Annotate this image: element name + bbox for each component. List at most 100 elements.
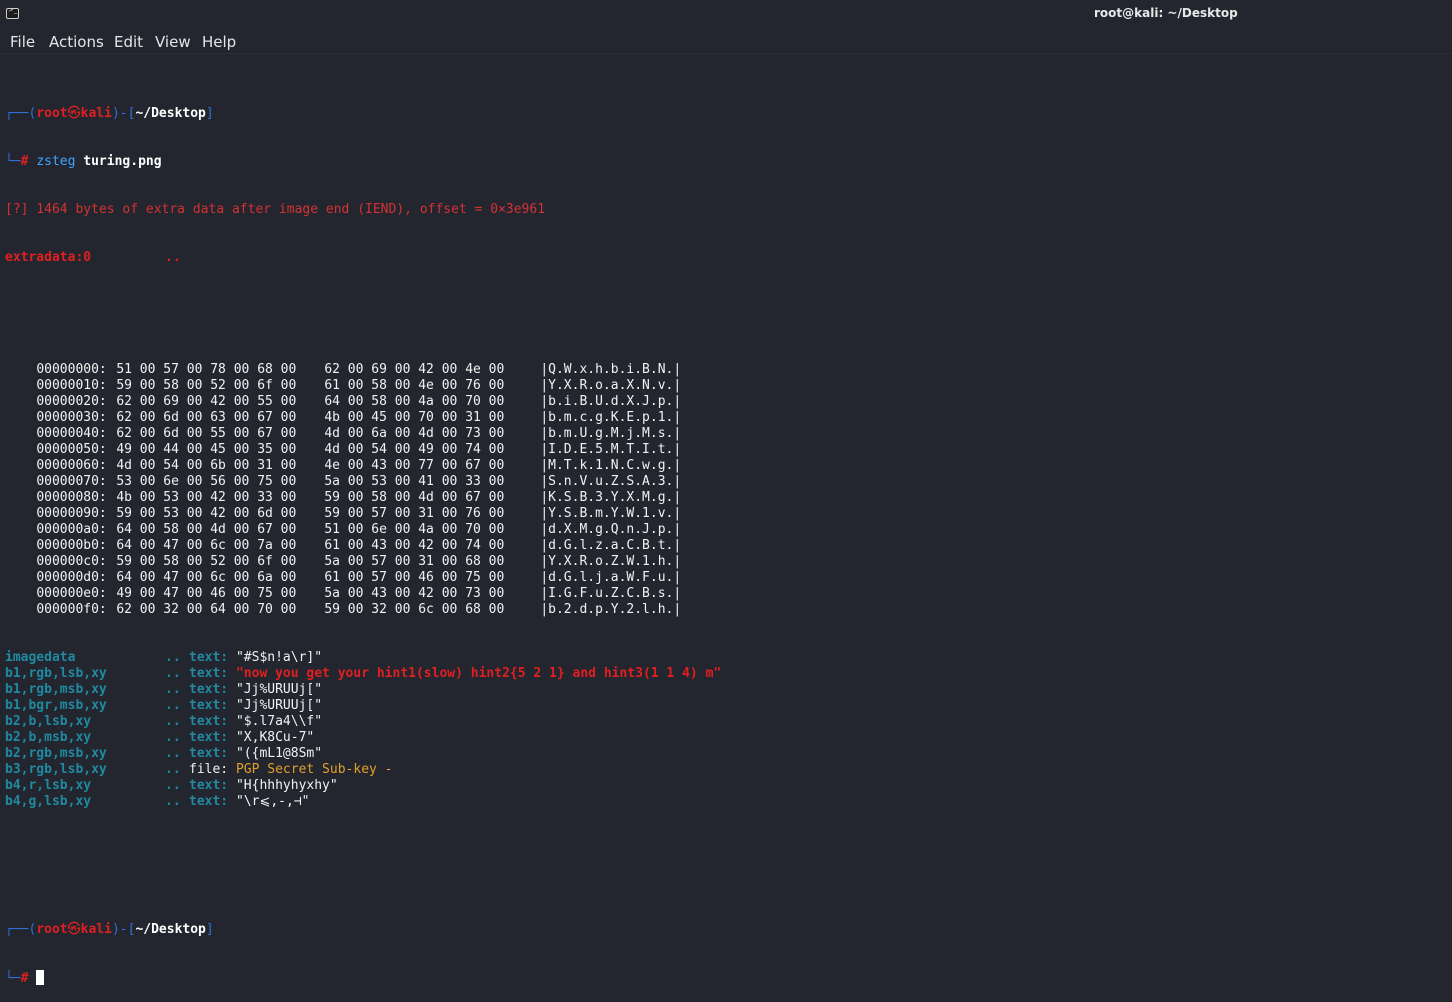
hex-bytes-a: 4b 00 53 00 42 00 33 00 — [116, 490, 297, 505]
menu-edit[interactable]: Edit — [114, 33, 143, 51]
result-dots: .. — [165, 714, 181, 729]
result-value: "\r⩽,-,⊣" — [235, 794, 310, 809]
title-bar: >_ root@kali: ~/Desktop — [0, 0, 1452, 30]
result-label: imagedata — [5, 650, 76, 665]
result-dots: .. — [165, 682, 181, 697]
terminal-output[interactable]: ┌──(root㉿kali)-[~/Desktop] └─# zsteg tur… — [5, 58, 1445, 986]
hex-bytes-b: 4e 00 43 00 77 00 67 00 — [324, 458, 505, 473]
hex-ascii: |K.S.B.3.Y.X.M.g.| — [540, 490, 682, 505]
result-dots: .. — [165, 762, 181, 777]
result-value: "#S$n!a\r]" — [235, 650, 323, 665]
hex-ascii: |S.n.V.u.Z.S.A.3.| — [540, 474, 682, 489]
hex-bytes-b: 61 00 57 00 46 00 75 00 — [324, 570, 505, 585]
hex-bytes-b: 51 00 6e 00 4a 00 70 00 — [324, 522, 505, 537]
hex-offset: 00000060: — [36, 458, 107, 473]
hex-ascii: |d.X.M.g.Q.n.J.p.| — [540, 522, 682, 537]
result-label: b3,rgb,lsb,xy — [5, 762, 107, 777]
hex-bytes-b: 59 00 32 00 6c 00 68 00 — [324, 602, 505, 617]
hex-offset: 00000040: — [36, 426, 107, 441]
hex-bytes-b: 61 00 43 00 42 00 74 00 — [324, 538, 505, 553]
result-kind: file: — [189, 762, 229, 777]
hex-offset: 000000d0: — [36, 570, 107, 585]
hex-offset: 000000f0: — [36, 602, 107, 617]
menu-view[interactable]: View — [155, 33, 191, 51]
hexdump-row: 000000a0: 64 00 58 00 4d 00 67 00 51 00 6e… — [5, 522, 1445, 538]
hexdump-row: 000000e0: 49 00 47 00 46 00 75 00 5a 00 43… — [5, 586, 1445, 602]
result-row: b4,g,lsb,xy.. text: "\r⩽,-,⊣" — [5, 794, 1445, 810]
result-label: b1,rgb,msb,xy — [5, 682, 107, 697]
hexdump-row: 00000080: 4b 00 53 00 42 00 33 00 59 00 58… — [5, 490, 1445, 506]
result-label: b2,rgb,msb,xy — [5, 746, 107, 761]
hex-ascii: |I.G.F.u.Z.C.B.s.| — [540, 586, 682, 601]
result-row: b2,b,msb,xy.. text: "X,K8Cu-7" — [5, 730, 1445, 746]
hexdump-row: 00000010: 59 00 58 00 52 00 6f 00 61 00 58… — [5, 378, 1445, 394]
extradata-label: extradata:0 — [5, 250, 92, 265]
hexdump-row: 000000d0: 64 00 47 00 6c 00 6a 00 61 00 57… — [5, 570, 1445, 586]
prompt-path: ~/Desktop — [135, 106, 206, 121]
hexdump-row: 00000040: 62 00 6d 00 55 00 67 00 4d 00 6a… — [5, 426, 1445, 442]
menu-help[interactable]: Help — [202, 33, 236, 51]
result-kind: text: — [189, 730, 229, 745]
result-label: b1,rgb,lsb,xy — [5, 666, 107, 681]
result-dots: .. — [165, 666, 181, 681]
extradata-line: extradata:0.. — [5, 250, 1445, 266]
terminal-icon[interactable]: >_ — [6, 6, 19, 19]
result-row: b4,r,lsb,xy.. text: "H{hhhyhyxhy" — [5, 778, 1445, 794]
result-kind: text: — [189, 714, 229, 729]
hex-bytes-b: 61 00 58 00 4e 00 76 00 — [324, 378, 505, 393]
result-row: b1,rgb,msb,xy.. text: "Jj%URUUj[" — [5, 682, 1445, 698]
result-row: b1,rgb,lsb,xy.. text: "now you get your h… — [5, 666, 1445, 682]
hexdump-row: 00000090: 59 00 53 00 42 00 6d 00 59 00 57… — [5, 506, 1445, 522]
command-arg: turing.png — [83, 154, 162, 169]
hex-bytes-a: 62 00 6d 00 63 00 67 00 — [116, 410, 297, 425]
result-row: b3,rgb,lsb,xy.. file: PGP Secret Sub-key … — [5, 762, 1445, 778]
result-value: "({mL1@8Sm" — [235, 746, 323, 761]
hexdump-row: 00000020: 62 00 69 00 42 00 55 00 64 00 58… — [5, 394, 1445, 410]
result-kind: text: — [189, 698, 229, 713]
result-row: b2,b,lsb,xy.. text: "$.l7a4\\f" — [5, 714, 1445, 730]
hex-ascii: |I.D.E.5.M.T.I.t.| — [540, 442, 682, 457]
hex-offset: 00000070: — [36, 474, 107, 489]
hex-offset: 00000030: — [36, 410, 107, 425]
result-value: PGP Secret Sub-key - — [235, 762, 393, 777]
hex-offset: 00000080: — [36, 490, 107, 505]
prompt-hash: # — [20, 154, 29, 169]
hex-bytes-b: 5a 00 57 00 31 00 68 00 — [324, 554, 505, 569]
hexdump-row: 00000070: 53 00 6e 00 56 00 75 00 5a 00 53… — [5, 474, 1445, 490]
hexdump-row: 00000060: 4d 00 54 00 6b 00 31 00 4e 00 43… — [5, 458, 1445, 474]
hex-bytes-a: 49 00 44 00 45 00 35 00 — [116, 442, 297, 457]
hexdump: 00000000: 51 00 57 00 78 00 68 00 62 00 69… — [5, 362, 1445, 618]
hex-bytes-b: 59 00 58 00 4d 00 67 00 — [324, 490, 505, 505]
hex-ascii: |b.m.U.g.M.j.M.s.| — [540, 426, 682, 441]
prompt-hash: # — [20, 971, 29, 986]
hex-offset: 000000c0: — [36, 554, 107, 569]
menu-actions[interactable]: Actions — [49, 33, 104, 51]
hex-ascii: |b.m.c.g.K.E.p.1.| — [540, 410, 682, 425]
result-row: b1,bgr,msb,xy.. text: "Jj%URUUj[" — [5, 698, 1445, 714]
hex-offset: 00000010: — [36, 378, 107, 393]
result-dots: .. — [165, 778, 181, 793]
result-value: "H{hhhyhyxhy" — [235, 778, 338, 793]
hex-ascii: |Q.W.x.h.b.i.B.N.| — [540, 362, 682, 377]
result-label: b2,b,msb,xy — [5, 730, 92, 745]
prompt-line: ┌──(root㉿kali)-[~/Desktop] — [5, 106, 214, 121]
prompt-host: kali — [80, 922, 112, 937]
menu-file[interactable]: File — [10, 33, 35, 51]
hex-bytes-a: 62 00 32 00 64 00 70 00 — [116, 602, 297, 617]
hex-ascii: |M.T.k.1.N.C.w.g.| — [540, 458, 682, 473]
hex-bytes-a: 59 00 58 00 52 00 6f 00 — [116, 554, 297, 569]
hex-ascii: |d.G.l.z.a.C.B.t.| — [540, 538, 682, 553]
hex-bytes-b: 4d 00 6a 00 4d 00 73 00 — [324, 426, 505, 441]
result-value: "$.l7a4\\f" — [235, 714, 323, 729]
hex-bytes-b: 4d 00 54 00 49 00 74 00 — [324, 442, 505, 457]
hex-ascii: |d.G.l.j.a.W.F.u.| — [540, 570, 682, 585]
window-title: root@kali: ~/Desktop — [1094, 6, 1238, 20]
zsteg-results: imagedata.. text: "#S$n!a\r]" b1,rgb,lsb,x… — [5, 650, 1445, 810]
menu-bar: File Actions Edit View Help — [0, 30, 1452, 54]
input-line[interactable]: └─# — [5, 970, 1445, 986]
hex-ascii: |b.i.B.U.d.X.J.p.| — [540, 394, 682, 409]
hex-bytes-b: 4b 00 45 00 70 00 31 00 — [324, 410, 505, 425]
text-cursor — [36, 970, 45, 985]
hex-bytes-a: 53 00 6e 00 56 00 75 00 — [116, 474, 297, 489]
